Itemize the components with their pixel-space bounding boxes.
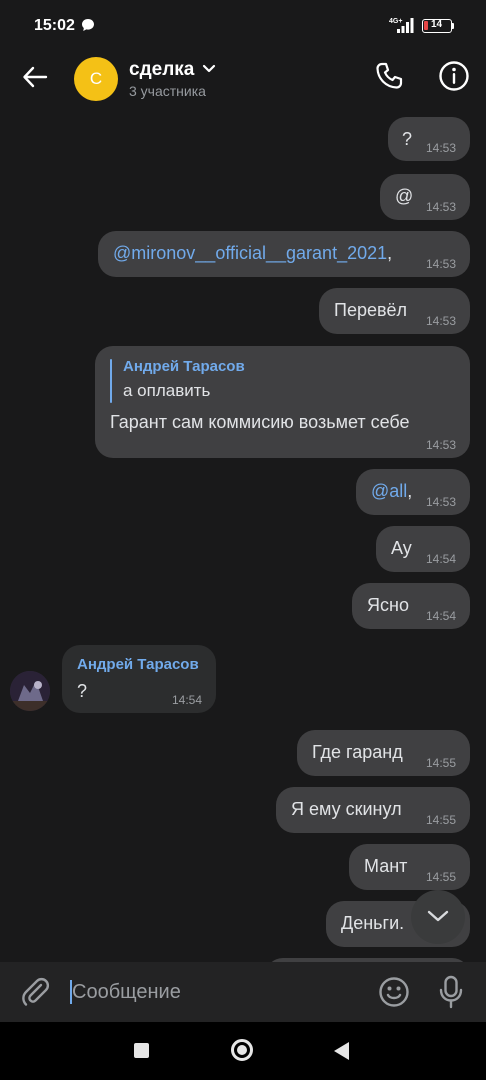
reply-message-bubble[interactable]: Андрей Тарасов а оплавить Гарант сам ком… bbox=[95, 346, 470, 458]
chevron-down-icon[interactable] bbox=[202, 64, 216, 74]
message-bubble[interactable]: Ясно 14:54 bbox=[352, 583, 470, 629]
message-bubble[interactable]: Мант 14:55 bbox=[349, 844, 470, 890]
message-text: Где гаранд bbox=[312, 742, 403, 762]
signal-icon: 4G+ bbox=[389, 18, 414, 33]
message-bubble[interactable]: Я ему скинул 14:55 bbox=[276, 787, 470, 833]
message-text: Я ему скинул bbox=[291, 799, 402, 819]
chat-icon bbox=[82, 19, 94, 31]
status-time: 15:02 bbox=[34, 17, 75, 34]
network-label: 4G+ bbox=[389, 18, 402, 25]
message-composer: Сообщение bbox=[0, 962, 486, 1022]
emoji-icon[interactable] bbox=[378, 976, 410, 1008]
message-input-placeholder: Сообщение bbox=[72, 981, 181, 1003]
message-bubble[interactable]: ? 14:53 bbox=[388, 117, 470, 161]
call-icon[interactable] bbox=[374, 61, 404, 91]
message-bubble[interactable]: @ 14:53 bbox=[380, 174, 470, 220]
incoming-message-bubble[interactable]: Андрей Тарасов ? 14:54 bbox=[62, 645, 216, 713]
chat-title[interactable]: сделка bbox=[129, 59, 194, 81]
message-text: @all, bbox=[371, 481, 412, 502]
mic-icon[interactable] bbox=[437, 975, 465, 1009]
message-text: Деньги. bbox=[341, 913, 405, 933]
message-text: Мант bbox=[364, 856, 408, 876]
message-list[interactable]: ? 14:53 @ 14:53 @mironov__official__gara… bbox=[0, 106, 486, 962]
message-time: 14:55 bbox=[425, 756, 456, 770]
message-time: 14:53 bbox=[425, 200, 456, 214]
scroll-down-button[interactable] bbox=[411, 890, 465, 944]
mention-link[interactable]: @mironov__official__garant_2021 bbox=[113, 243, 387, 263]
battery-icon: 14 bbox=[422, 19, 452, 33]
home-button[interactable] bbox=[231, 1039, 253, 1061]
message-time: 14:53 bbox=[425, 257, 456, 271]
message-suffix: , bbox=[387, 243, 393, 263]
chevron-down-icon bbox=[427, 910, 449, 922]
chat-subtitle: 3 участника bbox=[129, 83, 206, 99]
message-time: 14:55 bbox=[425, 870, 456, 884]
recents-button[interactable] bbox=[134, 1043, 149, 1058]
message-time: 14:53 bbox=[425, 438, 456, 452]
message-text: @mironov__official__garant_2021, bbox=[113, 243, 392, 264]
message-bubble[interactable]: Ау 14:54 bbox=[376, 526, 470, 572]
reply-text[interactable]: а оплавить bbox=[123, 381, 210, 401]
message-time: 14:54 bbox=[425, 552, 456, 566]
back-icon[interactable] bbox=[22, 64, 48, 90]
status-bar: 15:02 4G+ 14 bbox=[0, 0, 486, 50]
message-time: 14:53 bbox=[425, 141, 456, 155]
info-icon[interactable] bbox=[438, 60, 470, 92]
battery-level: 14 bbox=[430, 19, 443, 30]
system-back-button[interactable] bbox=[334, 1042, 349, 1060]
message-text: @ bbox=[395, 186, 414, 206]
message-input[interactable]: Сообщение bbox=[70, 978, 360, 1006]
message-bubble[interactable]: @mironov__official__garant_2021, 14:53 bbox=[98, 231, 470, 277]
message-time: 14:53 bbox=[425, 314, 456, 328]
message-text: ? bbox=[402, 129, 413, 149]
reply-bar bbox=[110, 359, 112, 403]
chat-avatar[interactable]: С bbox=[74, 57, 118, 101]
attach-icon[interactable] bbox=[20, 976, 52, 1008]
message-time: 14:54 bbox=[171, 693, 202, 707]
sender-name[interactable]: Андрей Тарасов bbox=[77, 656, 199, 673]
message-text: Ясно bbox=[367, 595, 409, 615]
message-text: Перевёл bbox=[334, 300, 408, 320]
avatar[interactable] bbox=[10, 671, 50, 711]
message-text: Гарант сам коммисию возьмет себе bbox=[110, 412, 410, 432]
message-text: Ау bbox=[391, 538, 412, 558]
message-bubble[interactable]: @all, 14:53 bbox=[356, 469, 470, 515]
message-suffix: , bbox=[407, 481, 413, 501]
message-time: 14:55 bbox=[425, 813, 456, 827]
message-time: 14:54 bbox=[425, 609, 456, 623]
message-time: 14:53 bbox=[425, 495, 456, 509]
message-bubble[interactable]: Где гаранд 14:55 bbox=[297, 730, 470, 776]
reply-author[interactable]: Андрей Тарасов bbox=[123, 358, 245, 375]
mention-link[interactable]: @all bbox=[371, 481, 407, 501]
message-text: ? bbox=[77, 681, 88, 701]
message-bubble[interactable]: Перевёл 14:53 bbox=[319, 288, 470, 334]
system-nav-bar bbox=[0, 1022, 486, 1080]
chat-header: С сделка 3 участника bbox=[0, 50, 486, 106]
